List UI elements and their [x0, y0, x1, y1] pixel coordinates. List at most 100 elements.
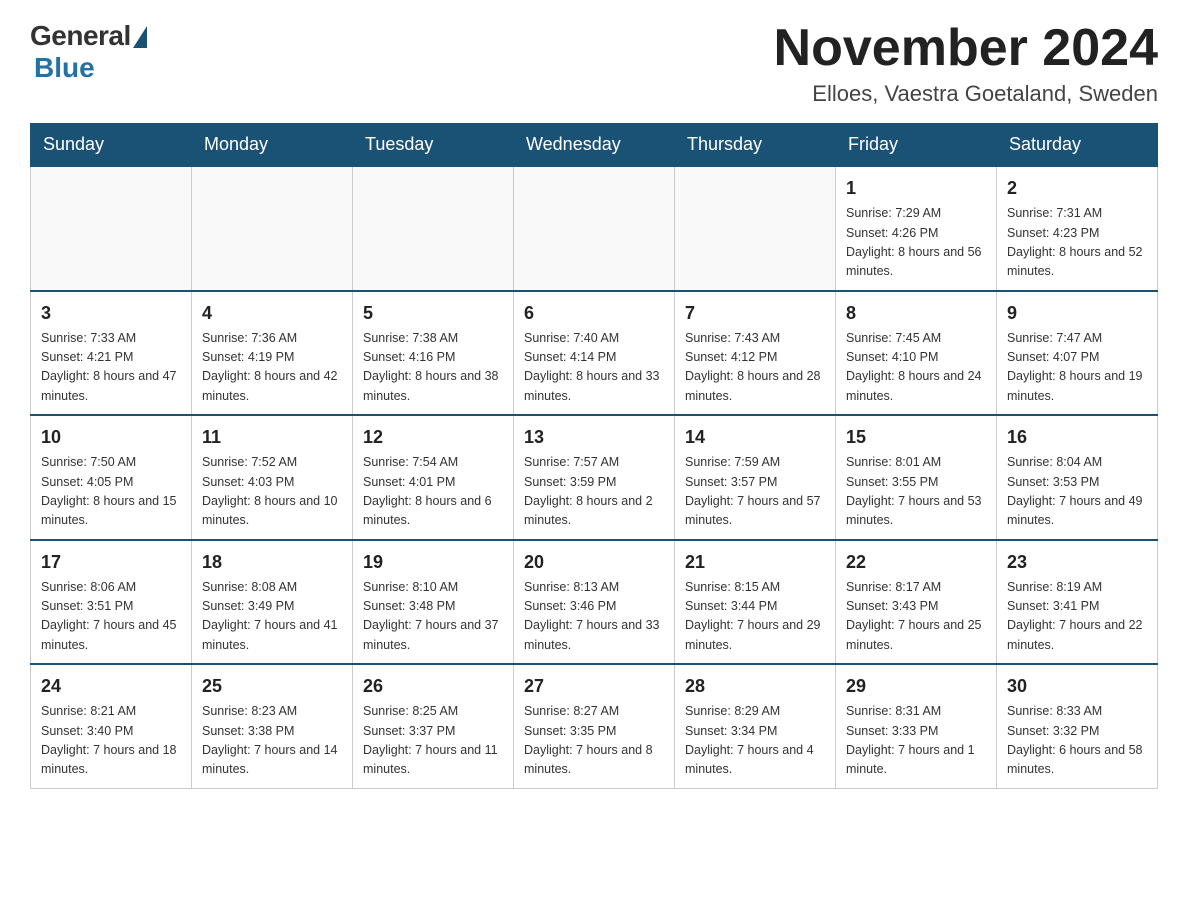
- logo: General Blue: [30, 20, 147, 84]
- calendar-cell: 26Sunrise: 8:25 AMSunset: 3:37 PMDayligh…: [353, 664, 514, 788]
- day-info: Sunrise: 8:13 AMSunset: 3:46 PMDaylight:…: [524, 578, 664, 656]
- day-number: 5: [363, 300, 503, 327]
- calendar-cell: 14Sunrise: 7:59 AMSunset: 3:57 PMDayligh…: [675, 415, 836, 540]
- calendar-cell: [353, 166, 514, 291]
- calendar-cell: 4Sunrise: 7:36 AMSunset: 4:19 PMDaylight…: [192, 291, 353, 416]
- calendar-header-tuesday: Tuesday: [353, 124, 514, 167]
- location-text: Elloes, Vaestra Goetaland, Sweden: [774, 81, 1158, 107]
- day-info: Sunrise: 7:38 AMSunset: 4:16 PMDaylight:…: [363, 329, 503, 407]
- week-row-4: 17Sunrise: 8:06 AMSunset: 3:51 PMDayligh…: [31, 540, 1158, 665]
- title-section: November 2024 Elloes, Vaestra Goetaland,…: [774, 20, 1158, 107]
- calendar-cell: [192, 166, 353, 291]
- calendar-cell: 8Sunrise: 7:45 AMSunset: 4:10 PMDaylight…: [836, 291, 997, 416]
- day-info: Sunrise: 8:04 AMSunset: 3:53 PMDaylight:…: [1007, 453, 1147, 531]
- day-number: 23: [1007, 549, 1147, 576]
- calendar-cell: 1Sunrise: 7:29 AMSunset: 4:26 PMDaylight…: [836, 166, 997, 291]
- day-info: Sunrise: 7:43 AMSunset: 4:12 PMDaylight:…: [685, 329, 825, 407]
- calendar-cell: 16Sunrise: 8:04 AMSunset: 3:53 PMDayligh…: [997, 415, 1158, 540]
- day-number: 15: [846, 424, 986, 451]
- logo-blue-text: Blue: [34, 52, 95, 84]
- day-number: 24: [41, 673, 181, 700]
- day-number: 9: [1007, 300, 1147, 327]
- calendar-header-thursday: Thursday: [675, 124, 836, 167]
- day-number: 19: [363, 549, 503, 576]
- calendar-cell: 10Sunrise: 7:50 AMSunset: 4:05 PMDayligh…: [31, 415, 192, 540]
- calendar-cell: 12Sunrise: 7:54 AMSunset: 4:01 PMDayligh…: [353, 415, 514, 540]
- day-info: Sunrise: 7:54 AMSunset: 4:01 PMDaylight:…: [363, 453, 503, 531]
- day-info: Sunrise: 7:40 AMSunset: 4:14 PMDaylight:…: [524, 329, 664, 407]
- day-info: Sunrise: 8:10 AMSunset: 3:48 PMDaylight:…: [363, 578, 503, 656]
- calendar-cell: 11Sunrise: 7:52 AMSunset: 4:03 PMDayligh…: [192, 415, 353, 540]
- month-title: November 2024: [774, 20, 1158, 77]
- day-info: Sunrise: 8:06 AMSunset: 3:51 PMDaylight:…: [41, 578, 181, 656]
- day-number: 8: [846, 300, 986, 327]
- calendar-cell: 19Sunrise: 8:10 AMSunset: 3:48 PMDayligh…: [353, 540, 514, 665]
- calendar-cell: 22Sunrise: 8:17 AMSunset: 3:43 PMDayligh…: [836, 540, 997, 665]
- day-number: 22: [846, 549, 986, 576]
- day-info: Sunrise: 7:33 AMSunset: 4:21 PMDaylight:…: [41, 329, 181, 407]
- day-number: 20: [524, 549, 664, 576]
- calendar-cell: 24Sunrise: 8:21 AMSunset: 3:40 PMDayligh…: [31, 664, 192, 788]
- day-info: Sunrise: 8:01 AMSunset: 3:55 PMDaylight:…: [846, 453, 986, 531]
- calendar-cell: 18Sunrise: 8:08 AMSunset: 3:49 PMDayligh…: [192, 540, 353, 665]
- calendar-header-friday: Friday: [836, 124, 997, 167]
- calendar-cell: [514, 166, 675, 291]
- week-row-1: 1Sunrise: 7:29 AMSunset: 4:26 PMDaylight…: [31, 166, 1158, 291]
- calendar-cell: 23Sunrise: 8:19 AMSunset: 3:41 PMDayligh…: [997, 540, 1158, 665]
- day-number: 11: [202, 424, 342, 451]
- day-info: Sunrise: 7:31 AMSunset: 4:23 PMDaylight:…: [1007, 204, 1147, 282]
- day-info: Sunrise: 8:33 AMSunset: 3:32 PMDaylight:…: [1007, 702, 1147, 780]
- day-number: 27: [524, 673, 664, 700]
- day-number: 30: [1007, 673, 1147, 700]
- calendar-header-saturday: Saturday: [997, 124, 1158, 167]
- calendar-header-monday: Monday: [192, 124, 353, 167]
- day-info: Sunrise: 8:19 AMSunset: 3:41 PMDaylight:…: [1007, 578, 1147, 656]
- day-number: 10: [41, 424, 181, 451]
- calendar-cell: 5Sunrise: 7:38 AMSunset: 4:16 PMDaylight…: [353, 291, 514, 416]
- day-info: Sunrise: 7:50 AMSunset: 4:05 PMDaylight:…: [41, 453, 181, 531]
- day-number: 21: [685, 549, 825, 576]
- calendar-header-row: SundayMondayTuesdayWednesdayThursdayFrid…: [31, 124, 1158, 167]
- day-info: Sunrise: 7:59 AMSunset: 3:57 PMDaylight:…: [685, 453, 825, 531]
- day-info: Sunrise: 7:52 AMSunset: 4:03 PMDaylight:…: [202, 453, 342, 531]
- day-number: 17: [41, 549, 181, 576]
- day-info: Sunrise: 8:15 AMSunset: 3:44 PMDaylight:…: [685, 578, 825, 656]
- day-number: 29: [846, 673, 986, 700]
- calendar-cell: 3Sunrise: 7:33 AMSunset: 4:21 PMDaylight…: [31, 291, 192, 416]
- calendar-cell: 25Sunrise: 8:23 AMSunset: 3:38 PMDayligh…: [192, 664, 353, 788]
- calendar-cell: 13Sunrise: 7:57 AMSunset: 3:59 PMDayligh…: [514, 415, 675, 540]
- calendar-cell: 17Sunrise: 8:06 AMSunset: 3:51 PMDayligh…: [31, 540, 192, 665]
- day-number: 16: [1007, 424, 1147, 451]
- week-row-3: 10Sunrise: 7:50 AMSunset: 4:05 PMDayligh…: [31, 415, 1158, 540]
- logo-triangle-icon: [133, 26, 147, 48]
- day-info: Sunrise: 8:25 AMSunset: 3:37 PMDaylight:…: [363, 702, 503, 780]
- day-number: 25: [202, 673, 342, 700]
- calendar-cell: 30Sunrise: 8:33 AMSunset: 3:32 PMDayligh…: [997, 664, 1158, 788]
- calendar-cell: 29Sunrise: 8:31 AMSunset: 3:33 PMDayligh…: [836, 664, 997, 788]
- day-number: 2: [1007, 175, 1147, 202]
- week-row-5: 24Sunrise: 8:21 AMSunset: 3:40 PMDayligh…: [31, 664, 1158, 788]
- calendar-cell: 9Sunrise: 7:47 AMSunset: 4:07 PMDaylight…: [997, 291, 1158, 416]
- day-info: Sunrise: 8:31 AMSunset: 3:33 PMDaylight:…: [846, 702, 986, 780]
- day-info: Sunrise: 8:27 AMSunset: 3:35 PMDaylight:…: [524, 702, 664, 780]
- day-number: 28: [685, 673, 825, 700]
- calendar-cell: 20Sunrise: 8:13 AMSunset: 3:46 PMDayligh…: [514, 540, 675, 665]
- day-number: 1: [846, 175, 986, 202]
- calendar-cell: 2Sunrise: 7:31 AMSunset: 4:23 PMDaylight…: [997, 166, 1158, 291]
- day-info: Sunrise: 8:23 AMSunset: 3:38 PMDaylight:…: [202, 702, 342, 780]
- day-number: 4: [202, 300, 342, 327]
- calendar-header-sunday: Sunday: [31, 124, 192, 167]
- calendar-cell: [31, 166, 192, 291]
- page-header: General Blue November 2024 Elloes, Vaest…: [30, 20, 1158, 107]
- calendar-header-wednesday: Wednesday: [514, 124, 675, 167]
- day-info: Sunrise: 8:21 AMSunset: 3:40 PMDaylight:…: [41, 702, 181, 780]
- day-number: 13: [524, 424, 664, 451]
- calendar-cell: 15Sunrise: 8:01 AMSunset: 3:55 PMDayligh…: [836, 415, 997, 540]
- calendar-cell: 7Sunrise: 7:43 AMSunset: 4:12 PMDaylight…: [675, 291, 836, 416]
- calendar-cell: 21Sunrise: 8:15 AMSunset: 3:44 PMDayligh…: [675, 540, 836, 665]
- day-number: 7: [685, 300, 825, 327]
- calendar-cell: 28Sunrise: 8:29 AMSunset: 3:34 PMDayligh…: [675, 664, 836, 788]
- calendar-cell: [675, 166, 836, 291]
- day-number: 3: [41, 300, 181, 327]
- calendar-cell: 27Sunrise: 8:27 AMSunset: 3:35 PMDayligh…: [514, 664, 675, 788]
